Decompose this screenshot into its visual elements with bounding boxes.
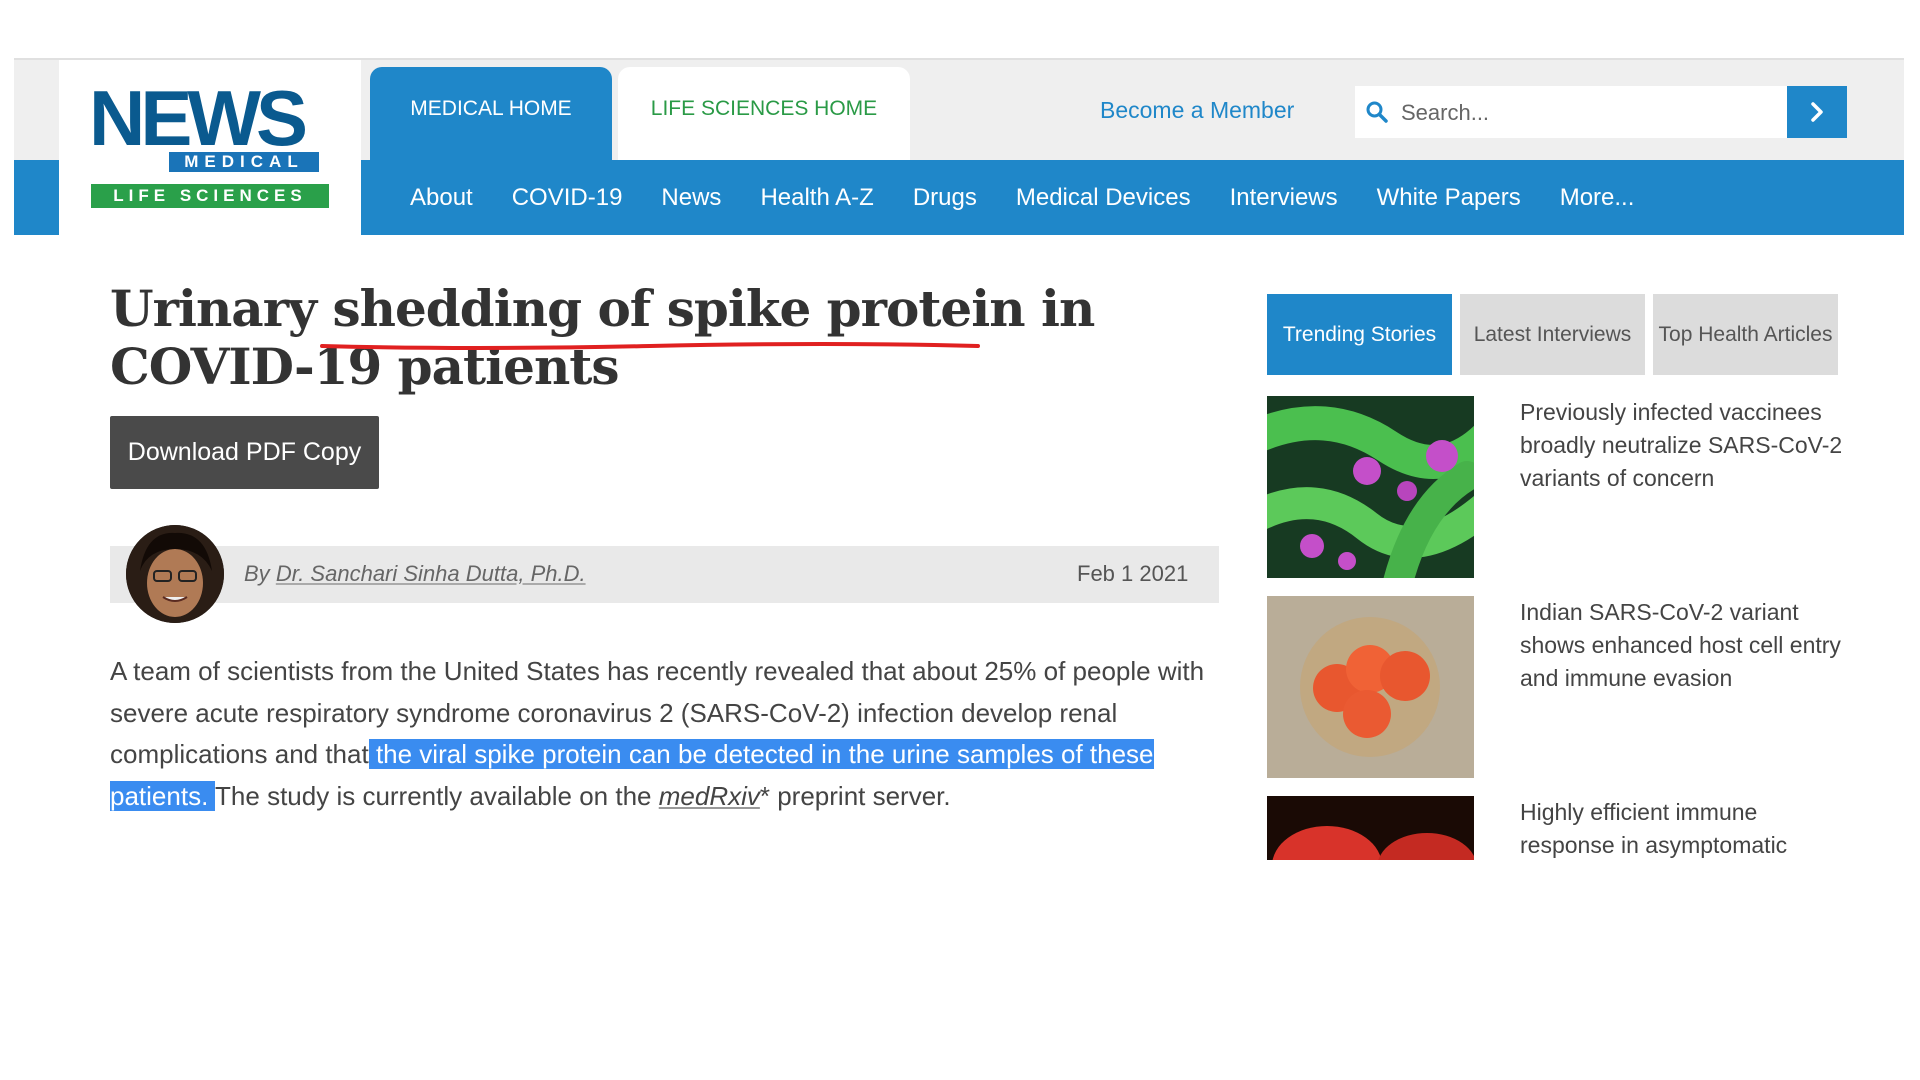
logo-medical-text: MEDICAL xyxy=(169,152,319,172)
story-thumbnail-2[interactable] xyxy=(1267,596,1474,778)
tab-latest-interviews[interactable]: Latest Interviews xyxy=(1460,294,1645,375)
paragraph-text-end: * preprint server. xyxy=(759,780,951,811)
story-thumbnail-3[interactable] xyxy=(1267,796,1474,860)
tab-trending-stories[interactable]: Trending Stories xyxy=(1267,294,1452,375)
nav-item-interviews[interactable]: Interviews xyxy=(1230,184,1338,212)
byline-prefix: By xyxy=(244,561,270,586)
search-submit-button[interactable] xyxy=(1787,86,1847,138)
virus-image xyxy=(1267,596,1474,778)
become-member-link[interactable]: Become a Member xyxy=(1100,97,1294,124)
story-link-1[interactable]: Previously infected vaccinees broadly ne… xyxy=(1520,396,1850,495)
spellcheck-underline xyxy=(320,342,980,350)
logo-life-sciences-text: LIFE SCIENCES xyxy=(91,184,329,208)
author-photo xyxy=(126,525,224,623)
cell-image xyxy=(1267,796,1474,860)
nav-item-about[interactable]: About xyxy=(410,184,473,212)
publish-date: Feb 1 2021 xyxy=(1077,561,1189,586)
nav-item-health-a-z[interactable]: Health A-Z xyxy=(760,184,873,212)
bacteria-image xyxy=(1267,396,1474,578)
nav-item-white-papers[interactable]: White Papers xyxy=(1377,184,1521,212)
search-input[interactable] xyxy=(1399,86,1783,140)
tab-medical-home[interactable]: MEDICAL HOME xyxy=(370,67,612,160)
chevron-right-icon xyxy=(1811,102,1823,122)
search-box xyxy=(1355,86,1787,140)
nav-item-drugs[interactable]: Drugs xyxy=(913,184,977,212)
author-avatar[interactable] xyxy=(126,525,224,623)
story-thumbnail-1[interactable] xyxy=(1267,396,1474,578)
tab-top-health-articles[interactable]: Top Health Articles xyxy=(1653,294,1838,375)
story-link-3[interactable]: Highly efficient immune response in asym… xyxy=(1520,796,1850,862)
logo-news-text: NEWS xyxy=(89,74,308,162)
tab-life-sciences-home[interactable]: LIFE SCIENCES HOME xyxy=(618,67,910,160)
nav-item-news[interactable]: News xyxy=(661,184,721,212)
medrxiv-link[interactable]: medRxiv xyxy=(659,781,760,811)
nav-item-medical-devices[interactable]: Medical Devices xyxy=(1016,184,1191,212)
download-pdf-button[interactable]: Download PDF Copy xyxy=(110,416,379,489)
nav-item-covid-19[interactable]: COVID-19 xyxy=(512,184,623,212)
article-title: Urinary shedding of spike protein in COV… xyxy=(110,279,1095,396)
site-logo[interactable]: NEWS MEDICAL LIFE SCIENCES xyxy=(59,60,361,235)
story-link-2[interactable]: Indian SARS-CoV-2 variant shows enhanced… xyxy=(1520,596,1850,695)
search-icon xyxy=(1366,101,1388,123)
nav-item-more[interactable]: More... xyxy=(1560,184,1635,212)
author-link[interactable]: Dr. Sanchari Sinha Dutta, Ph.D. xyxy=(276,561,586,586)
article-paragraph: A team of scientists from the United Sta… xyxy=(110,651,1220,817)
paragraph-text-mid: The study is currently available on the xyxy=(215,780,659,811)
main-nav: About COVID-19 News Health A-Z Drugs Med… xyxy=(410,160,1673,235)
byline-text: By Dr. Sanchari Sinha Dutta, Ph.D. xyxy=(244,561,586,587)
